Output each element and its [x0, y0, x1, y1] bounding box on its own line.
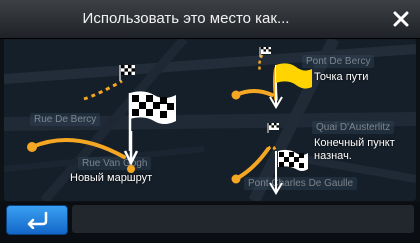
waypoint-label: Точка пути — [314, 71, 369, 83]
back-button[interactable] — [6, 205, 68, 235]
back-arrow-icon — [27, 211, 48, 229]
destination-label: Конечный пункт назнач. — [314, 137, 395, 163]
bottom-bar — [0, 202, 420, 243]
title-bar: Использовать это место как... — [0, 0, 420, 39]
bottom-strip — [72, 205, 414, 233]
new-route-label: Новый маршрут — [70, 172, 153, 184]
close-icon — [393, 11, 409, 27]
destination-label-line1: Конечный пункт — [314, 137, 395, 149]
dialog-title: Использовать это место как... — [82, 10, 290, 27]
dialog-window: Использовать это место как... Pont De Be… — [0, 0, 420, 243]
yellow-flag-icon — [231, 47, 312, 109]
map-preview: Pont De Bercy Rue De Bercy Quai D'Auster… — [4, 39, 416, 201]
destination-option[interactable]: Конечный пункт назнач. — [218, 121, 414, 201]
new-route-option[interactable]: Новый маршрут — [4, 59, 204, 201]
checkered-flag-icon — [231, 123, 308, 195]
destination-label-line2: назнач. — [314, 150, 352, 162]
waypoint-option[interactable]: Точка пути — [218, 43, 414, 115]
close-button[interactable] — [386, 4, 416, 34]
